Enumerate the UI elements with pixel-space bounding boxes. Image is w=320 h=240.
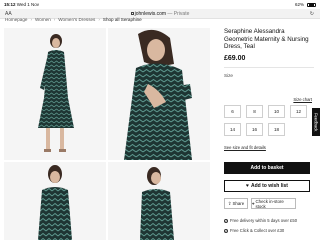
size-option-14[interactable]: 14 [224, 123, 241, 136]
add-to-wish-list-button[interactable]: ♥ Add to wish list [224, 180, 310, 192]
breadcrumb-homepage[interactable]: Homepage [5, 17, 27, 22]
battery-percent: 62% [294, 2, 304, 7]
product-price: £69.00 [224, 54, 246, 62]
product-photo-side-crop[interactable] [108, 162, 210, 240]
divider [224, 66, 314, 68]
battery-icon [307, 2, 316, 7]
share-icon: ⇪ [227, 200, 232, 206]
delivery-info-2: ✓ Free Click & Collect over £30 [224, 228, 285, 233]
product-title: Seraphine Alessandra Geometric Maternity… [224, 28, 309, 51]
check-circle-icon: ✓ [224, 218, 228, 223]
location-pin-icon: ⌖ [252, 201, 255, 206]
size-option-10[interactable]: 10 [268, 105, 285, 118]
status-right: 62% [295, 2, 316, 7]
add-to-wish-list-label: Add to wish list [251, 183, 288, 189]
breadcrumb-shop-all-seraphine[interactable]: Shop all Seraphine [103, 17, 142, 22]
breadcrumb-women[interactable]: Women [35, 17, 51, 22]
reload-icon[interactable]: ↻ [310, 11, 314, 17]
lock-icon [130, 12, 134, 16]
check-stock-label: Check in-store stock [255, 198, 284, 209]
status-bar: 15:12 Wed 1 Nov 62% [0, 0, 320, 9]
breadcrumb-womens-dresses[interactable]: Women's Dresses [58, 17, 95, 22]
heart-icon: ♥ [246, 183, 249, 189]
size-chart-link[interactable]: Size chart [293, 97, 312, 102]
secondary-actions: ⇪ Share ⌖ Check in-store stock [224, 198, 310, 209]
size-fit-details-link[interactable]: See size and fit details [224, 145, 266, 150]
breadcrumb: Homepage › Women › Women's Dresses › Shop all … [5, 17, 142, 22]
status-time: 15:12 Wed 1 Nov [4, 2, 39, 7]
share-label: Share [232, 201, 245, 206]
share-button[interactable]: ⇪ Share [224, 198, 248, 209]
product-photo-full-length[interactable] [4, 28, 106, 160]
size-option-18[interactable]: 18 [268, 123, 285, 136]
product-gallery [4, 28, 210, 240]
size-option-6[interactable]: 6 [224, 105, 241, 118]
size-option-8[interactable]: 8 [246, 105, 263, 118]
product-photo-front-crop[interactable] [4, 162, 106, 240]
product-panel: Seraphine Alessandra Geometric Maternity… [224, 28, 314, 233]
check-in-store-stock-button[interactable]: ⌖ Check in-store stock [251, 198, 296, 209]
size-label: Size [224, 72, 233, 78]
delivery-info-1: ✓ Free delivery within 5 days over £50 [224, 218, 298, 223]
add-to-basket-button[interactable]: Add to basket [224, 162, 310, 174]
product-photo-nursing-detail[interactable] [108, 28, 210, 160]
size-option-16[interactable]: 16 [246, 123, 263, 136]
size-option-12[interactable]: 12 [290, 105, 307, 118]
check-circle-icon: ✓ [224, 228, 228, 233]
feedback-tab[interactable]: Feedback [312, 108, 320, 136]
